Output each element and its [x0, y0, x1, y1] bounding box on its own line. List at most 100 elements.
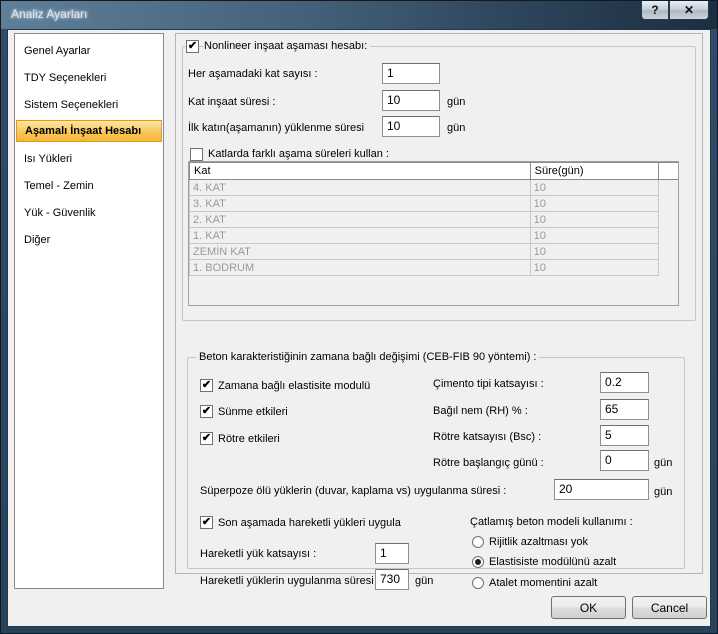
cell-sure: 10: [529, 243, 659, 260]
sidebar-item-label: Sistem Seçenekleri: [24, 99, 119, 111]
shrink-coef-label: Rötre katsayısı (Bsc) :: [433, 431, 542, 443]
cell-sure: 10: [529, 211, 659, 228]
radio-no-stiffness-reduction-label: Rijitlik azaltması yok: [489, 536, 589, 548]
sidebar-item-genel-ayarlar[interactable]: Genel Ayarlar: [16, 40, 162, 62]
humidity-label: Bağıl nem (RH) % :: [433, 405, 528, 417]
moving-duration-unit: gün: [415, 575, 434, 587]
cell-kat: 1. BODRUM: [189, 259, 531, 276]
radio-reduce-elastic-modulus-label: Elastisiste modülünü azalt: [489, 556, 617, 568]
cell-kat: 3. KAT: [189, 195, 531, 212]
creep-label: Sünme etkileri: [218, 406, 288, 418]
shrinkage-label: Rötre etkileri: [218, 433, 280, 445]
staged-construction-panel: ✔ Nonlineer inşaat aşaması hesabı: Her a…: [175, 33, 703, 590]
dialog-window: Analiz Ayarları ? ✕ Genel Ayarlar TDY Se…: [0, 0, 718, 634]
last-stage-moving-load-label: Son aşamada hareketli yükleri uygula: [218, 517, 401, 529]
table-row[interactable]: 3. KAT 10: [189, 195, 679, 212]
radio-reduce-inertia[interactable]: [472, 577, 484, 589]
table-row[interactable]: ZEMİN KAT 10: [189, 243, 679, 260]
moving-factor-label: Hareketli yük katsayısı :: [200, 548, 317, 560]
moving-duration-input[interactable]: 730: [375, 569, 409, 590]
table-row[interactable]: 1. KAT 10: [189, 227, 679, 244]
cell-sure: 10: [529, 195, 659, 212]
dialog-client: Genel Ayarlar TDY Seçenekleri Sistem Seç…: [7, 29, 711, 627]
check-icon: ✔: [187, 40, 198, 52]
first-load-unit: gün: [447, 122, 466, 134]
help-button[interactable]: ?: [641, 1, 669, 20]
cell-sure: 10: [529, 179, 659, 196]
last-stage-moving-load-checkbox[interactable]: ✔: [200, 516, 213, 529]
first-load-label: İlk katın(aşamanın) yüklenme süresi: [188, 122, 365, 134]
cell-sure: 10: [529, 227, 659, 244]
stage-floor-count-label: Her aşamadaki kat sayısı :: [188, 68, 318, 80]
cell-kat: 2. KAT: [189, 211, 531, 228]
floor-duration-table[interactable]: Kat Süre(gün) 4. KAT 10 3. KAT 10 2. KAT 10…: [188, 161, 679, 306]
help-icon: ?: [651, 3, 659, 17]
sidebar-item-label: TDY Seçenekleri: [24, 72, 107, 84]
stage-floor-count-input[interactable]: 1: [382, 63, 440, 84]
superpose-unit: gün: [654, 486, 673, 498]
table-row[interactable]: 4. KAT 10: [189, 179, 679, 196]
sidebar-item-sistem-secenekleri[interactable]: Sistem Seçenekleri: [16, 94, 162, 116]
first-load-input[interactable]: 10: [382, 116, 440, 137]
check-icon: ✔: [201, 432, 212, 444]
close-icon: ✕: [683, 3, 695, 17]
floor-duration-unit: gün: [447, 96, 466, 108]
radio-no-stiffness-reduction[interactable]: [472, 536, 484, 548]
sidebar-item-isi-yukleri[interactable]: Isı Yükleri: [16, 148, 162, 170]
creep-checkbox[interactable]: ✔: [200, 405, 213, 418]
nonlinear-checkbox[interactable]: ✔: [186, 40, 199, 53]
superpose-input[interactable]: 20: [554, 479, 649, 500]
table-row[interactable]: 1. BODRUM 10: [189, 259, 679, 276]
elastic-modulus-label: Zamana bağlı elastisite modulü: [218, 380, 371, 392]
cancel-button[interactable]: Cancel: [632, 596, 707, 619]
sidebar-item-tdy-secenekleri[interactable]: TDY Seçenekleri: [16, 67, 162, 89]
diff-durations-label: Katlarda farklı aşama süreleri kullan :: [208, 148, 389, 160]
ok-button[interactable]: OK: [551, 596, 626, 619]
cement-type-input[interactable]: 0.2: [600, 372, 649, 393]
settings-sidebar: Genel Ayarlar TDY Seçenekleri Sistem Seç…: [14, 33, 164, 589]
concrete-group-title: Beton karakteristiğinin zamana bağlı değ…: [196, 351, 540, 363]
sidebar-item-asamali-insaat[interactable]: Aşamalı İnşaat Hesabı: [16, 120, 162, 142]
sidebar-item-label: Isı Yükleri: [24, 153, 73, 165]
moving-factor-input[interactable]: 1: [375, 543, 409, 564]
radio-reduce-elastic-modulus[interactable]: [472, 556, 484, 568]
floor-duration-label: Kat inşaat süresi :: [188, 96, 276, 108]
window-title: Analiz Ayarları: [11, 7, 88, 21]
check-icon: ✔: [201, 379, 212, 391]
sidebar-item-label: Aşamalı İnşaat Hesabı: [25, 125, 142, 137]
title-bar[interactable]: Analiz Ayarları ? ✕: [1, 1, 717, 29]
cell-kat: 4. KAT: [189, 179, 531, 196]
diff-durations-checkbox[interactable]: [190, 148, 203, 161]
close-button[interactable]: ✕: [669, 1, 709, 20]
sidebar-item-label: Diğer: [24, 234, 51, 246]
shrink-start-input[interactable]: 0: [600, 450, 649, 471]
cement-type-label: Çimento tipi katsayısı :: [433, 378, 544, 390]
check-icon: ✔: [201, 405, 212, 417]
cell-kat: 1. KAT: [189, 227, 531, 244]
sidebar-item-label: Temel - Zemin: [24, 180, 94, 192]
floor-duration-input[interactable]: 10: [382, 90, 440, 111]
shrink-coef-input[interactable]: 5: [600, 425, 649, 446]
moving-duration-label: Hareketli yüklerin uygulanma süresi: [200, 575, 374, 587]
column-header-sure[interactable]: Süre(gün): [529, 162, 659, 180]
nonlinear-label: Nonlineer inşaat aşaması hesabı:: [204, 40, 371, 52]
cell-sure: 10: [529, 259, 659, 276]
sidebar-item-yuk-guvenlik[interactable]: Yük - Güvenlik: [16, 202, 162, 224]
shrink-start-label: Rötre başlangıç günü :: [433, 457, 544, 469]
table-row[interactable]: 2. KAT 10: [189, 211, 679, 228]
cracked-model-label: Çatlamış beton modeli kullanımı :: [470, 516, 633, 528]
column-header-kat[interactable]: Kat: [189, 162, 531, 180]
sidebar-item-temel-zemin[interactable]: Temel - Zemin: [16, 175, 162, 197]
sidebar-item-label: Genel Ayarlar: [24, 45, 91, 57]
elastic-modulus-checkbox[interactable]: ✔: [200, 379, 213, 392]
check-icon: ✔: [201, 516, 212, 528]
sidebar-item-diger[interactable]: Diğer: [16, 229, 162, 251]
humidity-input[interactable]: 65: [600, 399, 649, 420]
column-header-filler: [657, 162, 678, 180]
shrinkage-checkbox[interactable]: ✔: [200, 432, 213, 445]
sidebar-item-label: Yük - Güvenlik: [24, 207, 96, 219]
radio-reduce-inertia-label: Atalet momentini azalt: [489, 577, 598, 589]
shrink-start-unit: gün: [654, 457, 673, 469]
superpose-label: Süperpoze ölü yüklerin (duvar, kaplama v…: [200, 485, 507, 497]
cell-kat: ZEMİN KAT: [189, 243, 531, 260]
